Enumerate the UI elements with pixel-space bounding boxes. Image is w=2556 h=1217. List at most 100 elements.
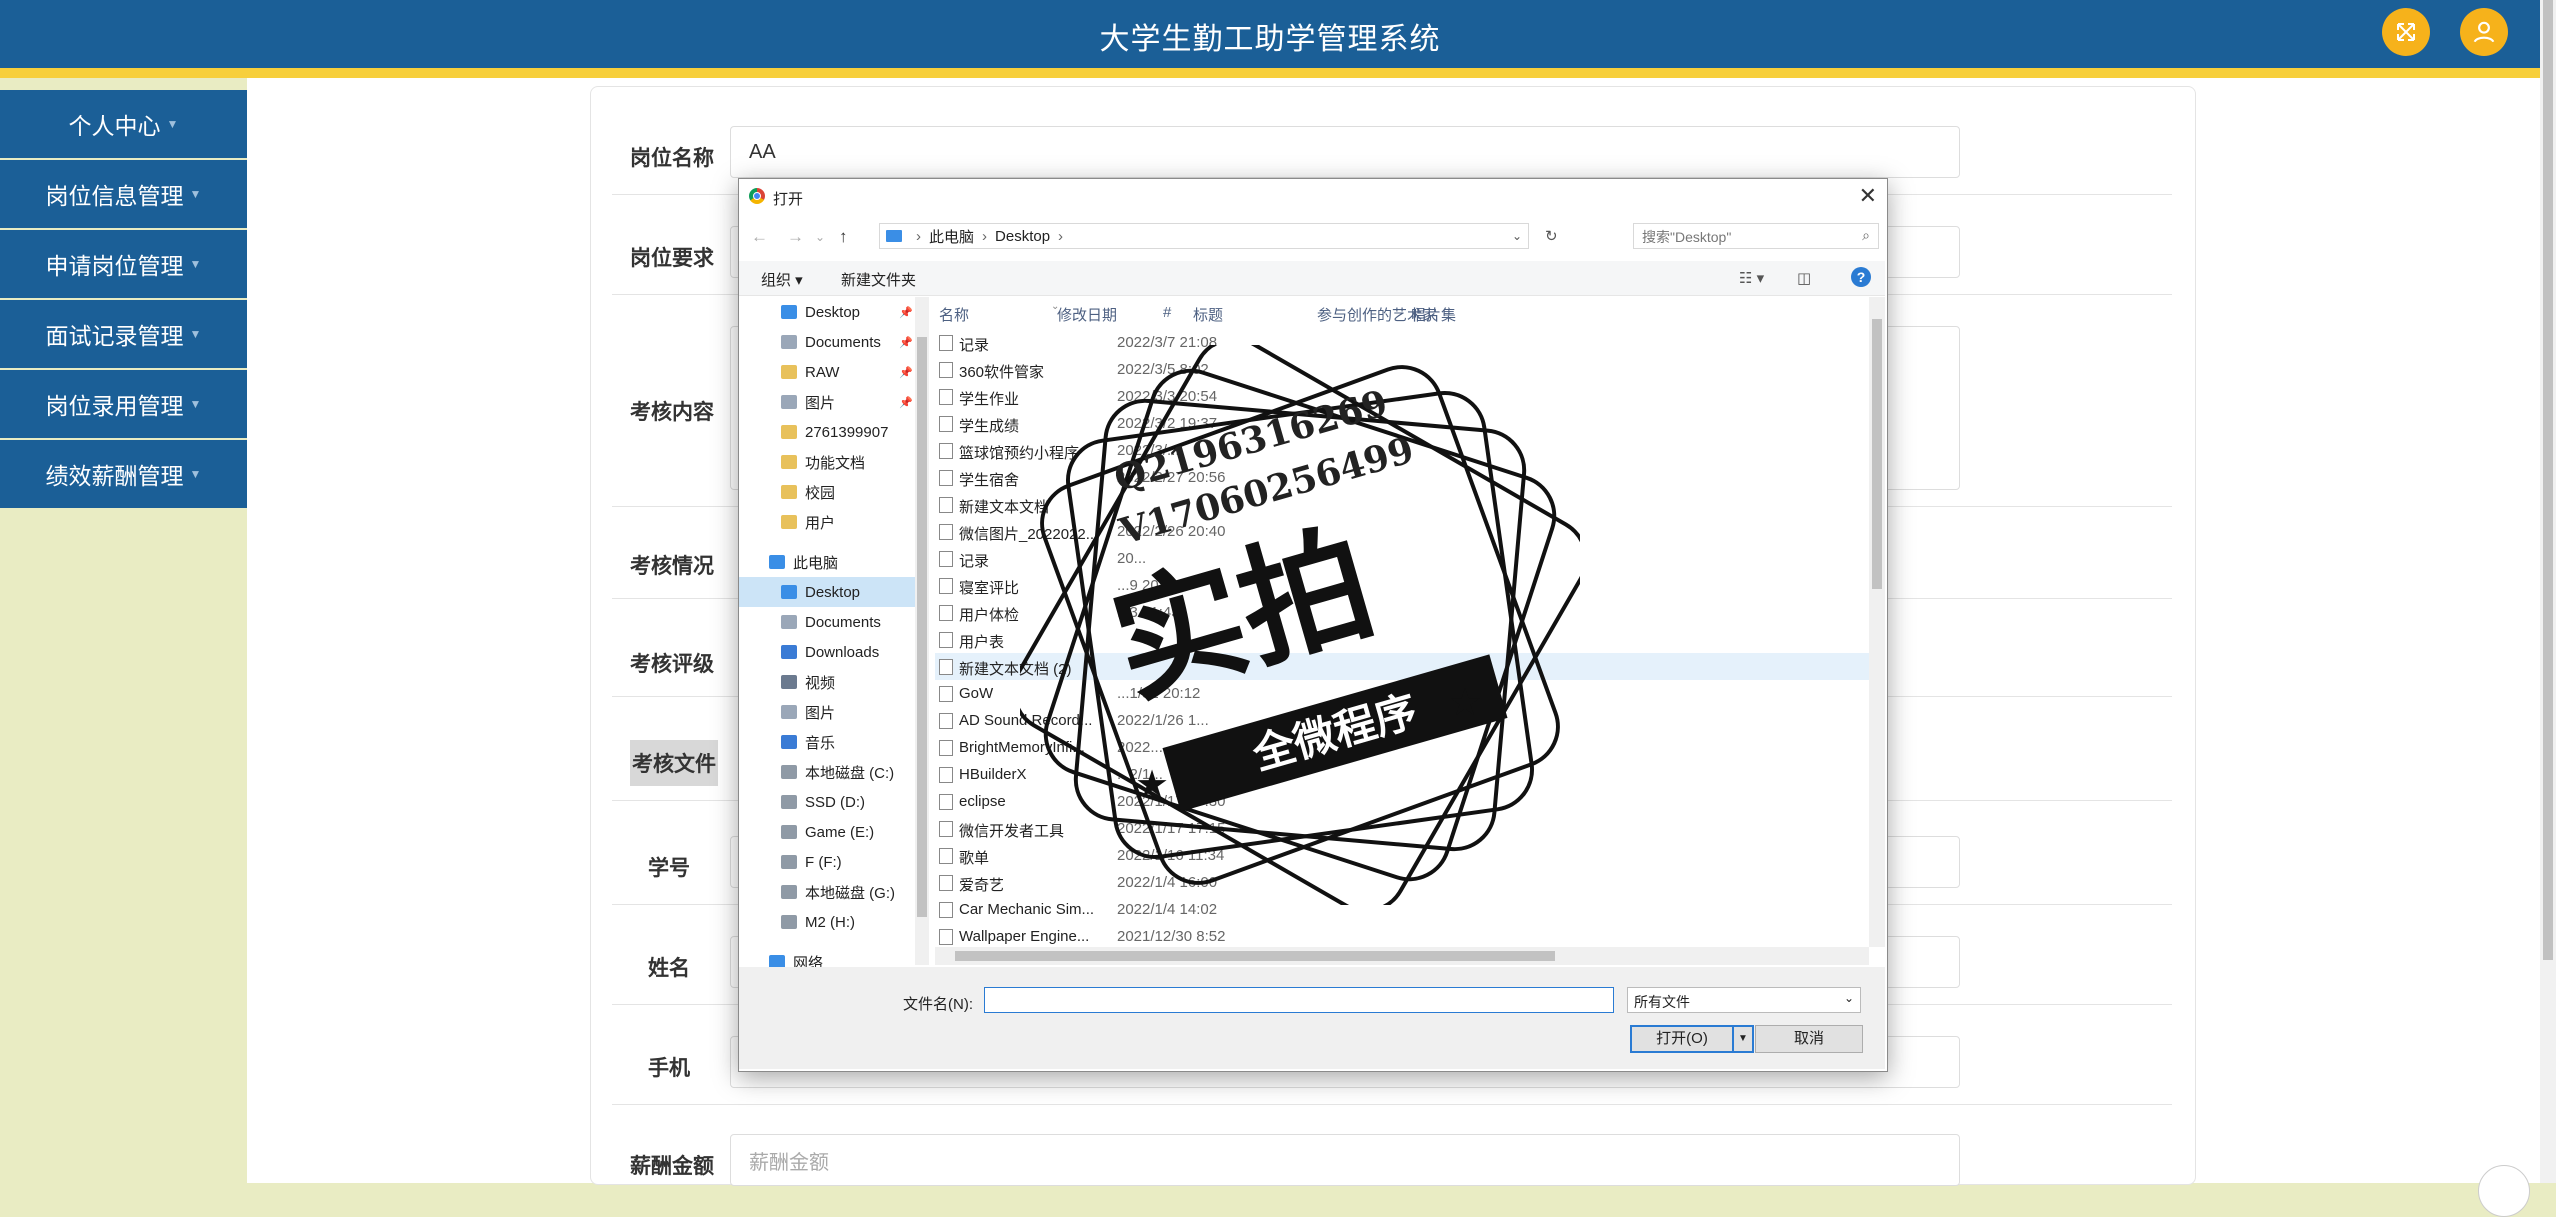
fullscreen-button[interactable] [2382, 8, 2430, 56]
file-row[interactable]: 寝室评比 ...9 20:12 [935, 572, 1869, 599]
file-row[interactable]: 360软件管家 2022/3/5 8:02 [935, 356, 1869, 383]
file-row[interactable]: eclipse 2022/1/17 17:30 [935, 788, 1869, 815]
nav-item[interactable]: 校园 [739, 477, 925, 507]
preview-pane-icon[interactable]: ◫ [1797, 269, 1811, 287]
nav-item[interactable]: 功能文档 [739, 447, 925, 477]
organize-menu[interactable]: 组织 ▾ [761, 269, 803, 290]
pin-icon: 📌 [899, 396, 913, 409]
navigation-pane: Desktop 📌 Documents 📌 RAW 📌 图片 📌 2761399907 功能文档校… [739, 297, 925, 967]
salary-label: 薪酬金额 [630, 1155, 714, 1178]
folder-icon [781, 425, 797, 439]
up-arrow-icon[interactable]: ↑ [839, 227, 848, 247]
nav-item[interactable]: 图片 [739, 697, 925, 727]
help-icon[interactable]: ? [1851, 267, 1871, 287]
sidebar-item-job-hiring[interactable]: 岗位录用管理 ▼ [0, 370, 247, 438]
nav-item-label: 本地磁盘 (G:) [805, 884, 895, 902]
nav-item[interactable]: SSD (D:) [739, 787, 925, 817]
nav-item[interactable]: 本地磁盘 (C:) [739, 757, 925, 787]
file-row[interactable]: 新建文本文档 [935, 491, 1869, 518]
recent-dropdown-icon[interactable]: ⌄ [815, 230, 825, 244]
sidebar-item-interview-records[interactable]: 面试记录管理 ▼ [0, 300, 247, 368]
breadcrumb-desktop[interactable]: Desktop [995, 228, 1050, 245]
file-name: 爱奇艺 [959, 877, 1005, 894]
nav-item[interactable]: RAW 📌 [739, 357, 925, 387]
column-name[interactable]: 名称 [939, 304, 969, 325]
back-arrow-icon[interactable]: ← [751, 227, 768, 247]
file-row[interactable]: 歌单 2022/1/16 11:34 [935, 842, 1869, 869]
search-input[interactable]: 搜索"Desktop" ⌕ [1633, 223, 1879, 249]
file-row[interactable]: HBuilderX ...2/1... [935, 761, 1869, 788]
chevron-down-icon[interactable]: ⌄ [1512, 229, 1522, 243]
nav-item[interactable]: 用户 [739, 507, 925, 537]
file-row[interactable]: 记录 20... [935, 545, 1869, 572]
column-title[interactable]: 标题 [1193, 304, 1223, 325]
file-row[interactable]: 用户体检 ...3 21:43 [935, 599, 1869, 626]
folder-icon [781, 515, 797, 529]
folder-icon [781, 915, 797, 929]
breadcrumb[interactable]: › 此电脑 › Desktop › ⌄ [879, 223, 1529, 249]
breadcrumb-this-pc[interactable]: 此电脑 [929, 226, 974, 247]
nav-item[interactable]: 2761399907 [739, 417, 925, 447]
nav-scrollbar[interactable] [915, 297, 929, 965]
open-options-dropdown[interactable]: ▼ [1734, 1025, 1754, 1053]
dialog-titlebar[interactable]: 打开 ✕ [739, 179, 1887, 215]
column-album[interactable]: 唱片集 [1411, 304, 1456, 325]
forward-arrow-icon[interactable]: → [787, 227, 804, 247]
nav-item-label: RAW [805, 363, 840, 381]
nav-item[interactable]: 音乐 [739, 727, 925, 757]
folder-icon [781, 645, 797, 659]
file-row[interactable]: 微信开发者工具 2022/1/17 17:15 [935, 815, 1869, 842]
refresh-icon[interactable]: ↻ [1545, 227, 1558, 245]
file-icon [939, 551, 953, 567]
nav-item[interactable]: 图片 📌 [739, 387, 925, 417]
star-icon: ★ [1448, 682, 1483, 724]
new-folder-button[interactable]: 新建文件夹 [841, 269, 916, 290]
sidebar-item-personal-center[interactable]: 个人中心 ▼ [0, 90, 247, 158]
file-name: 寝室评比 [959, 580, 1020, 597]
nav-item[interactable]: M2 (H:) [739, 907, 925, 937]
file-list-vscrollbar[interactable] [1869, 297, 1885, 947]
nav-item[interactable]: Desktop [739, 577, 925, 607]
open-button[interactable]: 打开(O) [1630, 1025, 1734, 1053]
cancel-button[interactable]: 取消 [1755, 1025, 1863, 1053]
close-icon[interactable]: ✕ [1859, 183, 1877, 209]
salary-input[interactable]: 薪酬金额 [730, 1134, 1960, 1186]
file-name: 学生成绩 [959, 418, 1020, 435]
file-list-hscrollbar[interactable] [935, 947, 1869, 965]
nav-item[interactable]: 网络 [739, 947, 925, 967]
nav-item[interactable]: Documents 📌 [739, 327, 925, 357]
nav-item[interactable]: Desktop 📌 [739, 297, 925, 327]
file-icon [939, 875, 953, 891]
file-row[interactable]: 学生作业 2022/3/3 20:54 [935, 383, 1869, 410]
file-row[interactable]: 新建文本文档 (2) [935, 653, 1869, 680]
dialog-footer: 文件名(N): 所有文件 ⌄ 打开(O) ▼ 取消 [739, 967, 1885, 1069]
assess-file-label[interactable]: 考核文件 [630, 740, 718, 786]
nav-item[interactable]: 视频 [739, 667, 925, 697]
back-to-top-button[interactable] [2478, 1165, 2530, 1217]
file-row[interactable]: 记录 2022/3/7 21:08 [935, 329, 1869, 356]
nav-item[interactable]: Downloads [739, 637, 925, 667]
nav-item[interactable]: 本地磁盘 (G:) [739, 877, 925, 907]
file-row[interactable]: Wallpaper Engine... 2021/12/30 8:52 [935, 923, 1869, 947]
user-menu-button[interactable] [2460, 8, 2508, 56]
nav-item[interactable]: Documents [739, 607, 925, 637]
file-row[interactable]: Car Mechanic Sim... 2022/1/4 14:02 [935, 896, 1869, 923]
nav-item[interactable]: F (F:) [739, 847, 925, 877]
job-name-input[interactable]: AA [730, 126, 1960, 178]
sidebar-item-job-info[interactable]: 岗位信息管理 ▼ [0, 160, 247, 228]
file-row[interactable]: 用户表 [935, 626, 1869, 653]
file-row[interactable]: 微信图片_2022022... 2022/2/26 20:40 [935, 518, 1869, 545]
sidebar-item-performance-salary[interactable]: 绩效薪酬管理 ▼ [0, 440, 247, 508]
filetype-select[interactable]: 所有文件 ⌄ [1627, 987, 1861, 1013]
file-row[interactable]: 爱奇艺 2022/1/4 16:00 [935, 869, 1869, 896]
nav-item[interactable]: Game (E:) [739, 817, 925, 847]
nav-item[interactable]: 此电脑 [739, 547, 925, 577]
column-number[interactable]: # [1163, 304, 1171, 321]
filename-input[interactable] [984, 987, 1614, 1013]
file-date: 2022/1/4 16:00 [1117, 874, 1218, 891]
page-scrollbar[interactable] [2540, 0, 2556, 1183]
nav-item-label: 图片 [805, 704, 836, 722]
column-modified[interactable]: 修改日期 [1057, 304, 1117, 325]
view-options-icon[interactable]: ☷ ▾ [1739, 269, 1764, 287]
sidebar-item-job-application[interactable]: 申请岗位管理 ▼ [0, 230, 247, 298]
